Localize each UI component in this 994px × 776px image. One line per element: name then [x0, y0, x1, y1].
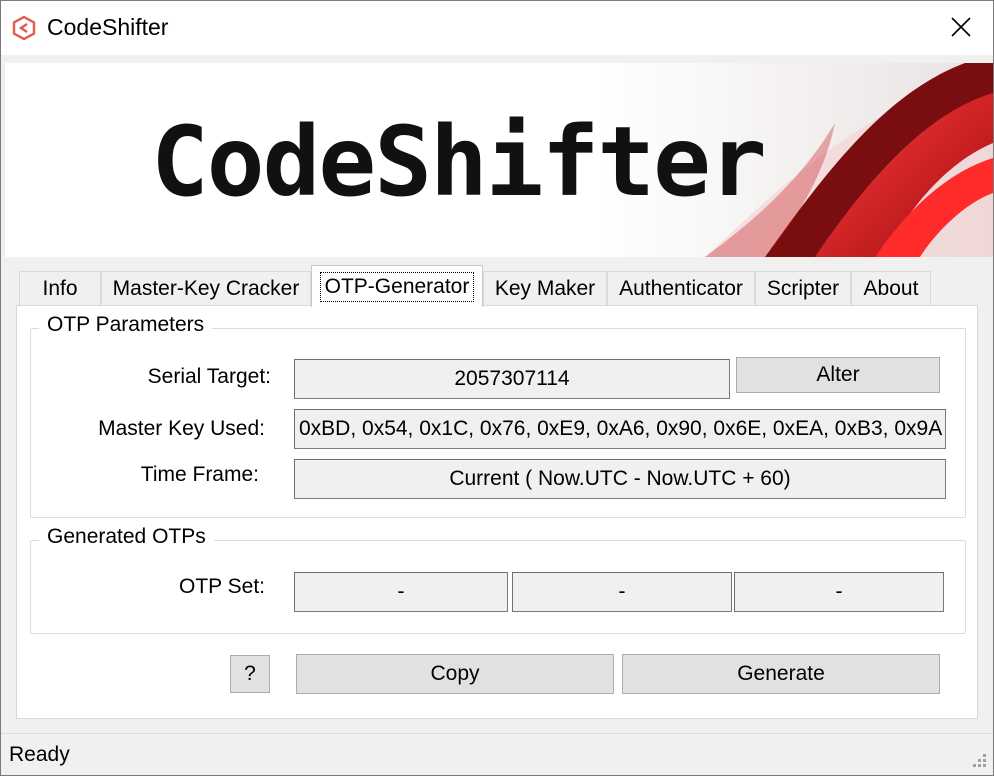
- title-bar: CodeShifter: [1, 1, 993, 55]
- tab-label: Authenticator: [619, 276, 743, 300]
- generated-otps-group: Generated OTPs OTP Set: - - -: [30, 525, 966, 634]
- copy-button[interactable]: Copy: [296, 654, 614, 694]
- generated-otps-title: Generated OTPs: [39, 525, 214, 549]
- tab-master-key-cracker[interactable]: Master-Key Cracker: [101, 271, 311, 305]
- tab-strip: Info Master-Key Cracker OTP-Generator Ke…: [19, 265, 979, 307]
- close-button[interactable]: [929, 1, 993, 53]
- serial-target-label: Serial Target:: [147, 365, 271, 388]
- tab-key-maker[interactable]: Key Maker: [483, 271, 607, 305]
- master-key-field[interactable]: 0xBD, 0x54, 0x1C, 0x76, 0xE9, 0xA6, 0x90…: [294, 409, 946, 449]
- otp-generator-panel: OTP Parameters Serial Target: 2057307114…: [16, 305, 978, 719]
- tab-authenticator[interactable]: Authenticator: [607, 271, 755, 305]
- tab-about[interactable]: About: [851, 271, 931, 305]
- tab-info[interactable]: Info: [19, 271, 101, 305]
- banner: CodeShifter: [5, 63, 993, 257]
- close-icon: [951, 17, 971, 37]
- generate-button[interactable]: Generate: [622, 654, 940, 694]
- banner-logo-text: CodeShifter: [151, 106, 765, 218]
- alter-button[interactable]: Alter: [736, 357, 940, 393]
- tab-label: OTP-Generator: [319, 271, 475, 302]
- time-frame-label: Time Frame:: [140, 463, 259, 486]
- otp-value-3[interactable]: -: [734, 572, 944, 612]
- tab-label: About: [863, 276, 919, 300]
- master-key-label: Master Key Used:: [98, 417, 265, 440]
- help-button[interactable]: ?: [230, 655, 270, 693]
- resize-grip-icon[interactable]: [969, 752, 987, 770]
- app-window: CodeShifter CodeShifter Info Master-Key …: [0, 0, 994, 776]
- otp-value-1[interactable]: -: [294, 572, 508, 612]
- status-bar: Ready: [1, 733, 993, 775]
- banner-graphic: CodeShifter: [5, 63, 993, 257]
- otp-set-label: OTP Set:: [179, 575, 265, 598]
- otp-value-2[interactable]: -: [512, 572, 732, 612]
- status-text: Ready: [9, 743, 70, 766]
- tab-label: Master-Key Cracker: [112, 276, 300, 300]
- window-title: CodeShifter: [47, 14, 169, 40]
- tab-label: Key Maker: [494, 276, 596, 300]
- otp-parameters-title: OTP Parameters: [39, 313, 213, 337]
- time-frame-field[interactable]: Current ( Now.UTC - Now.UTC + 60): [294, 459, 946, 499]
- serial-target-field[interactable]: 2057307114: [294, 359, 730, 399]
- tab-scripter[interactable]: Scripter: [755, 271, 851, 305]
- tab-otp-generator[interactable]: OTP-Generator: [311, 265, 483, 307]
- tab-label: Info: [42, 276, 78, 300]
- tab-label: Scripter: [766, 276, 840, 300]
- app-logo-icon: [12, 15, 36, 41]
- otp-parameters-group: OTP Parameters Serial Target: 2057307114…: [30, 313, 966, 518]
